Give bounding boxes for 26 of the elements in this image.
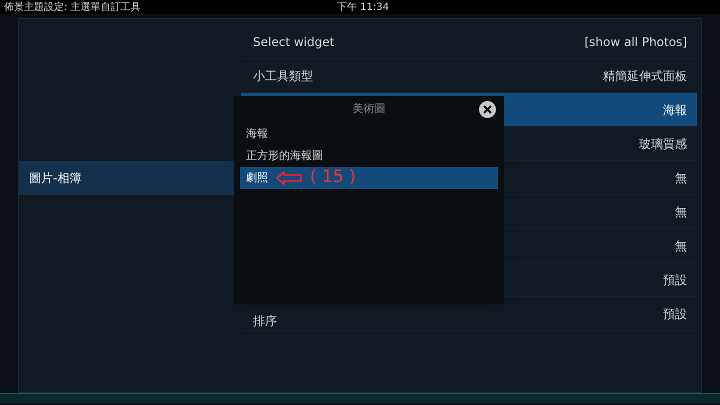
window-title: 佈景主題設定: 主選單自訂工具	[4, 0, 141, 14]
setting-value: 海報	[663, 102, 687, 118]
dialog-title: 美術圖	[352, 101, 386, 118]
setting-label: 小工具類型	[253, 68, 313, 84]
setting-value: 玻璃質感	[639, 136, 687, 152]
setting-value: 無	[675, 170, 687, 186]
option-item[interactable]: 海報	[240, 123, 498, 145]
close-button[interactable]	[479, 101, 496, 118]
option-label: 正方形的海報圖	[246, 148, 323, 164]
setting-label: 排序	[253, 312, 277, 330]
setting-value: 無	[675, 204, 687, 220]
setting-value: 預設	[663, 272, 687, 288]
option-item[interactable]: 劇照 ( 15 )	[240, 167, 498, 189]
setting-label: Select widget	[253, 34, 334, 50]
clock: 下午 11:34	[337, 0, 389, 14]
option-item[interactable]: 正方形的海報圖	[240, 145, 498, 167]
annotation-text: ( 15 )	[310, 166, 356, 190]
setting-value: 無	[675, 238, 687, 254]
close-icon	[483, 105, 492, 114]
setting-row[interactable]: Select widget [show all Photos]	[241, 25, 697, 59]
option-label: 劇照	[246, 170, 268, 186]
arrow-icon	[276, 171, 302, 185]
setting-value: 預設	[663, 306, 687, 322]
option-label: 海報	[246, 126, 268, 142]
setting-value: [show all Photos]	[584, 34, 687, 50]
setting-value: 精簡延伸式面板	[603, 68, 687, 84]
